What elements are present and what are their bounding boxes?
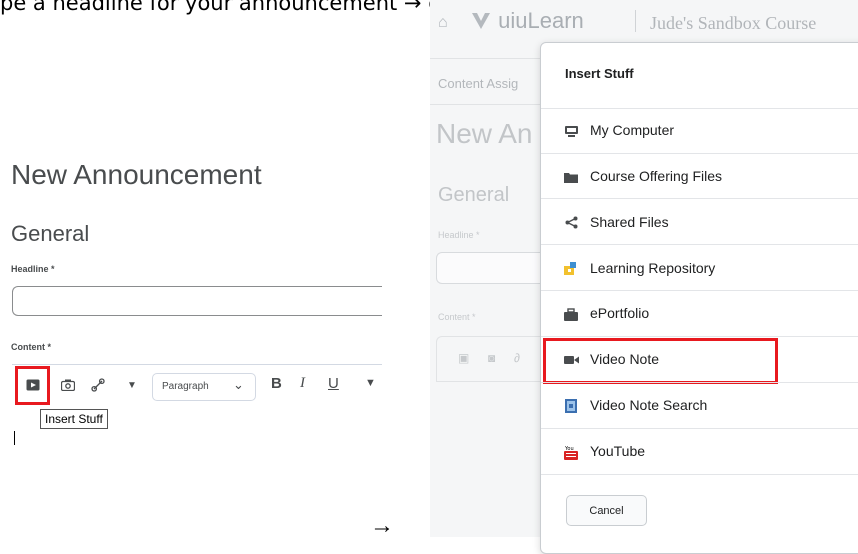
background-headline-input [436, 252, 546, 284]
logo-shield-icon [472, 13, 490, 29]
more-insert-chevron-icon[interactable]: ▼ [122, 375, 142, 395]
background-headline-label: Headline * [438, 230, 480, 240]
home-icon: ⌂ [438, 14, 448, 31]
header-divider [635, 10, 636, 32]
menu-label: Learning Repository [590, 260, 716, 276]
insert-stuff-highlight-box [15, 366, 50, 405]
menu-item-shared-files[interactable] [541, 198, 858, 243]
video-search-icon [563, 398, 579, 414]
repository-icon [563, 260, 579, 276]
step-arrow: → [370, 512, 394, 539]
insert-stuff-tooltip: Insert Stuff [40, 409, 108, 429]
camera-icon [61, 379, 75, 391]
menu-label: ePortfolio [590, 305, 650, 321]
background-section-heading: General [438, 184, 510, 206]
nav-divider-bottom [430, 104, 542, 105]
background-link-icon: ∂ [514, 351, 520, 365]
content-label: Content * [11, 342, 51, 352]
brand-logo: uiuLearn [470, 8, 584, 34]
folder-icon [563, 169, 579, 185]
menu-label: YouTube [590, 443, 646, 459]
menu-item-youtube[interactable] [541, 428, 858, 473]
headline-input[interactable] [12, 286, 382, 316]
menu-item-eportfolio[interactable] [541, 290, 858, 335]
dialog-title: Insert Stuff [565, 66, 634, 81]
menu-label: Video Note Search [590, 397, 708, 413]
course-title: Jude's Sandbox Course [650, 13, 817, 33]
computer-icon [563, 123, 579, 139]
insert-image-button[interactable] [58, 375, 78, 395]
nav-divider [430, 58, 542, 59]
background-content-label: Content * [438, 312, 476, 322]
more-format-chevron-icon[interactable]: ▼ [365, 377, 376, 389]
menu-item-my-computer[interactable] [541, 108, 858, 153]
logo-text: uiuLearn [498, 8, 584, 33]
background-insert-icon: ▣ [458, 351, 470, 365]
link-icon [91, 378, 105, 392]
text-caret [14, 431, 15, 445]
video-note-highlight-box [543, 338, 778, 384]
insert-link-button[interactable] [88, 375, 108, 395]
menu-label: My Computer [590, 122, 675, 138]
youtube-icon: You [563, 444, 579, 460]
chevron-down-icon: ⌄ [233, 377, 244, 392]
headline-label: Headline * [11, 264, 55, 274]
dialog-footer-divider [541, 474, 858, 475]
underline-button[interactable]: U [328, 375, 339, 392]
bold-button[interactable]: B [271, 375, 282, 392]
italic-button[interactable]: I [300, 375, 305, 392]
eportfolio-icon [563, 306, 579, 322]
cancel-button[interactable]: Cancel [566, 495, 647, 526]
menu-label: Course Offering Files [590, 168, 723, 184]
share-icon [563, 214, 579, 230]
page-title: New Announcement [11, 159, 262, 190]
course-nav: Content Assig [438, 76, 519, 91]
paragraph-select-label: Paragraph [162, 381, 209, 392]
background-camera-icon: ◙ [488, 351, 496, 365]
svg-text:You: You [564, 446, 574, 452]
background-page-title: New An [436, 118, 533, 149]
menu-label: Shared Files [590, 214, 669, 230]
section-heading-general: General [11, 221, 90, 246]
